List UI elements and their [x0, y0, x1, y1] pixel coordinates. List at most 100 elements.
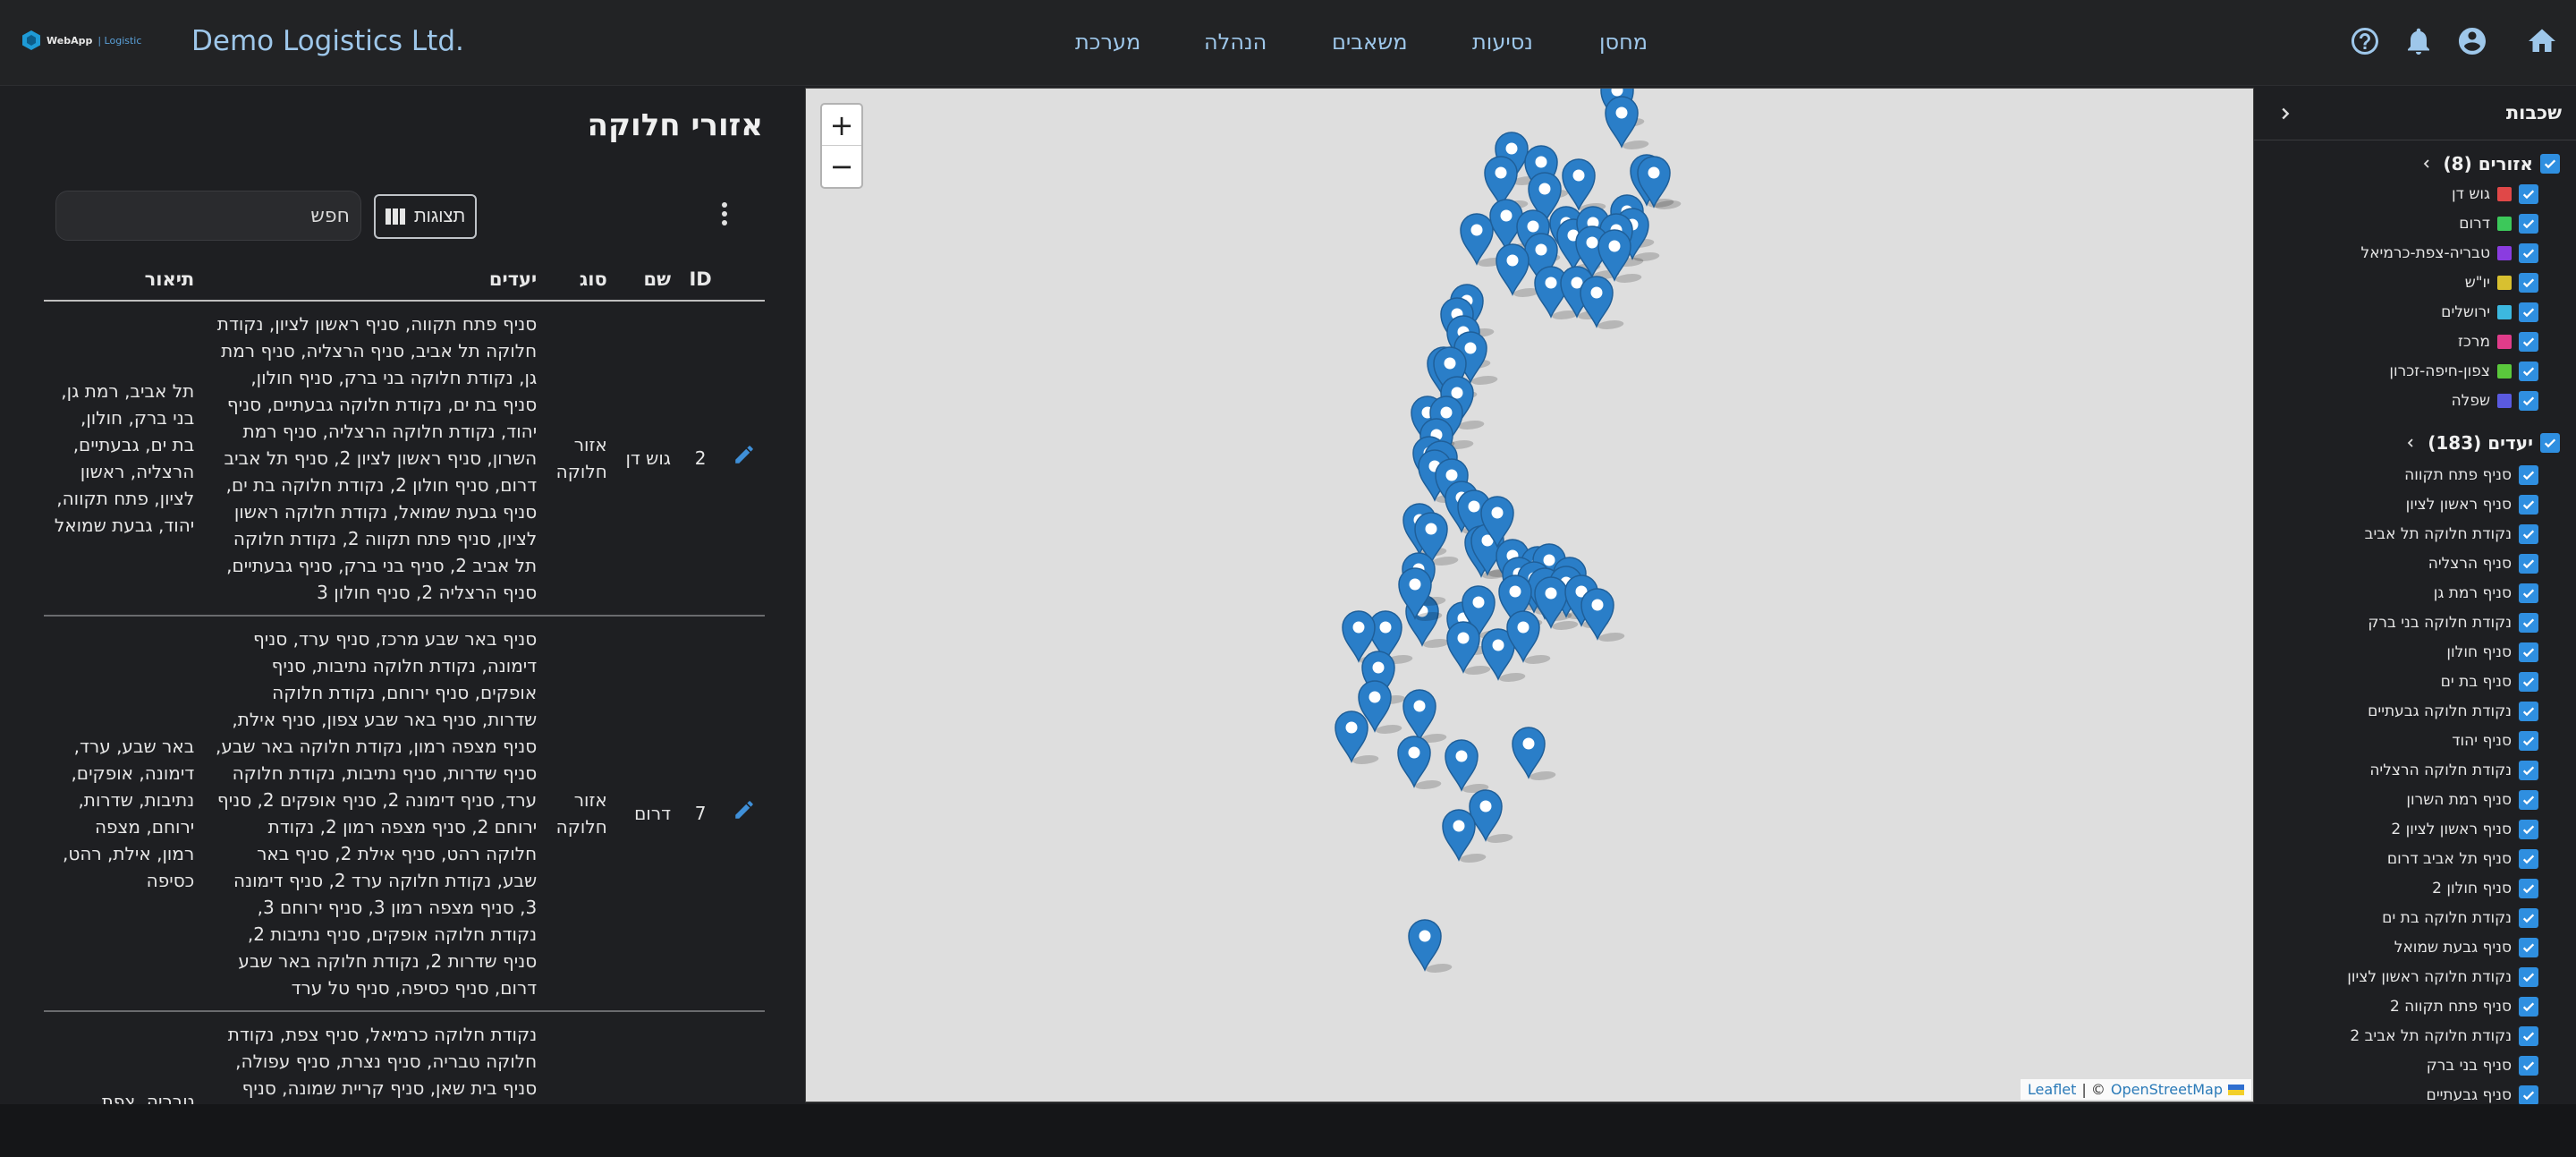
bell-icon[interactable]: [2402, 25, 2435, 61]
layer-checkbox[interactable]: [2519, 495, 2538, 515]
map-pin-icon[interactable]: [1469, 789, 1516, 843]
home-icon[interactable]: [2526, 25, 2558, 61]
map-pin-icon[interactable]: [1512, 727, 1559, 780]
layer-item[interactable]: סניף פתח תקווה: [2404, 462, 2538, 489]
layer-item[interactable]: צפון-חיפה-זכרון: [2389, 358, 2538, 385]
map-pin-icon[interactable]: [1445, 739, 1492, 793]
layer-item[interactable]: סניף בת ים: [2441, 668, 2538, 695]
layer-item[interactable]: נקודת חלוקה בני ברק: [2368, 609, 2538, 636]
map-pin-icon[interactable]: [1402, 689, 1450, 743]
account-icon[interactable]: [2456, 25, 2488, 61]
nav-trips[interactable]: נסיעות: [1472, 30, 1533, 55]
layer-checkbox[interactable]: [2519, 243, 2538, 263]
layer-item[interactable]: דרום: [2459, 210, 2538, 237]
layer-item[interactable]: מרכז: [2458, 328, 2538, 355]
layer-item[interactable]: סניף ראשון לציון: [2406, 491, 2538, 518]
layer-item[interactable]: גוש דן: [2452, 181, 2538, 208]
group-areas[interactable]: אזורים (8): [2417, 150, 2560, 177]
layer-item[interactable]: סניף חולון: [2446, 639, 2538, 666]
layer-checkbox[interactable]: [2519, 362, 2538, 381]
map-pin-icon[interactable]: [1605, 96, 1652, 149]
col-description[interactable]: תיאור: [44, 258, 204, 302]
layer-checkbox[interactable]: [2519, 465, 2538, 485]
chevron-left-icon[interactable]: [2401, 433, 2420, 453]
help-icon[interactable]: [2349, 25, 2381, 61]
layer-checkbox[interactable]: [2519, 790, 2538, 810]
nav-warehouse[interactable]: מחסן: [1599, 30, 1648, 55]
layer-checkbox[interactable]: [2519, 672, 2538, 692]
layer-item[interactable]: יו"ש: [2465, 269, 2538, 296]
layer-item[interactable]: נקודת חלוקה בת ים: [2382, 905, 2538, 932]
table-row[interactable]: 7 דרום אזור חלוקה סניף באר שבע מרכז, סני…: [44, 616, 765, 1012]
layer-item[interactable]: סניף ראשון לציון 2: [2391, 816, 2538, 843]
layer-checkbox[interactable]: [2519, 332, 2538, 352]
edit-icon[interactable]: [733, 798, 756, 821]
layer-item[interactable]: נקודת חלוקה גבעתיים: [2368, 698, 2538, 725]
more-menu-icon[interactable]: [714, 199, 735, 229]
group-destinations[interactable]: יעדים (183): [2401, 430, 2560, 456]
zoom-out-button[interactable]: −: [822, 146, 861, 187]
layer-checkbox[interactable]: [2519, 731, 2538, 751]
layer-checkbox[interactable]: [2519, 391, 2538, 411]
table-row[interactable]: 2 גוש דן אזור חלוקה סניף פתח תקווה, סניף…: [44, 301, 765, 617]
layer-item[interactable]: טבריה-צפת-כרמיאל: [2361, 240, 2538, 267]
search-input[interactable]: [81, 202, 350, 229]
layer-checkbox[interactable]: [2519, 849, 2538, 869]
layer-checkbox[interactable]: [2519, 184, 2538, 204]
layer-checkbox[interactable]: [2519, 997, 2538, 1017]
layer-item[interactable]: סניף בני ברק: [2427, 1052, 2538, 1079]
group-checkbox[interactable]: [2540, 154, 2560, 174]
zoom-in-button[interactable]: +: [822, 105, 861, 146]
layer-checkbox[interactable]: [2519, 967, 2538, 987]
layer-checkbox[interactable]: [2519, 613, 2538, 633]
layer-checkbox[interactable]: [2519, 214, 2538, 234]
layer-checkbox[interactable]: [2519, 820, 2538, 839]
col-id[interactable]: ID: [680, 258, 722, 302]
layer-item[interactable]: סניף יהוד: [2452, 727, 2538, 754]
layer-item[interactable]: סניף פתח תקווה 2: [2390, 993, 2538, 1020]
layer-checkbox[interactable]: [2519, 1026, 2538, 1046]
layer-item[interactable]: נקודת חלוקה תל אביב: [2365, 521, 2538, 548]
layer-checkbox[interactable]: [2519, 1085, 2538, 1105]
col-name[interactable]: שם: [615, 258, 681, 302]
nav-management[interactable]: הנהלה: [1204, 30, 1267, 55]
layer-checkbox[interactable]: [2519, 583, 2538, 603]
layer-item[interactable]: סניף תל אביב דרום: [2387, 846, 2538, 872]
layer-checkbox[interactable]: [2519, 702, 2538, 721]
layer-item[interactable]: סניף הרצליה: [2428, 550, 2538, 577]
col-destinations[interactable]: יעדים: [203, 258, 547, 302]
layer-item[interactable]: סניף רמת גן: [2434, 580, 2538, 607]
layer-item[interactable]: נקודת חלוקה תל אביב 2: [2350, 1023, 2538, 1050]
layer-checkbox[interactable]: [2519, 524, 2538, 544]
map-view[interactable]: + − Leaflet | © OpenStreetMap: [805, 88, 2254, 1102]
map-pin-icon[interactable]: [1562, 158, 1609, 212]
collapse-panel-button[interactable]: [2272, 100, 2299, 127]
leaflet-link[interactable]: Leaflet: [2028, 1081, 2076, 1098]
col-type[interactable]: סוג: [546, 258, 616, 302]
layer-checkbox[interactable]: [2519, 879, 2538, 898]
group-checkbox[interactable]: [2540, 433, 2560, 453]
layer-checkbox[interactable]: [2519, 273, 2538, 293]
map-pin-icon[interactable]: [1408, 919, 1455, 973]
layer-item[interactable]: סניף גבעת שמואל: [2394, 934, 2538, 961]
nav-system[interactable]: מערכת: [1075, 30, 1140, 55]
nav-resources[interactable]: משאבים: [1332, 30, 1408, 55]
layer-item[interactable]: נקודת חלוקה הרצליה: [2369, 757, 2538, 784]
layer-checkbox[interactable]: [2519, 302, 2538, 322]
layer-item[interactable]: סניף רמת השרון: [2406, 787, 2538, 813]
layer-checkbox[interactable]: [2519, 554, 2538, 574]
layer-item[interactable]: ירושלים: [2441, 299, 2538, 326]
layer-checkbox[interactable]: [2519, 938, 2538, 957]
layer-checkbox[interactable]: [2519, 761, 2538, 780]
chevron-left-icon[interactable]: [2417, 154, 2436, 174]
map-pin-icon[interactable]: [1580, 276, 1627, 329]
layer-item[interactable]: סניף חולון 2: [2432, 875, 2538, 902]
layer-checkbox[interactable]: [2519, 908, 2538, 928]
map-pin-icon[interactable]: [1397, 736, 1445, 789]
layer-checkbox[interactable]: [2519, 1056, 2538, 1076]
osm-link[interactable]: OpenStreetMap: [2111, 1081, 2223, 1098]
layer-item[interactable]: שפלה: [2452, 387, 2538, 414]
layer-checkbox[interactable]: [2519, 642, 2538, 662]
map-pin-icon[interactable]: [1580, 588, 1628, 642]
layer-item[interactable]: נקודת חלוקה ראשון לציון: [2347, 964, 2538, 991]
